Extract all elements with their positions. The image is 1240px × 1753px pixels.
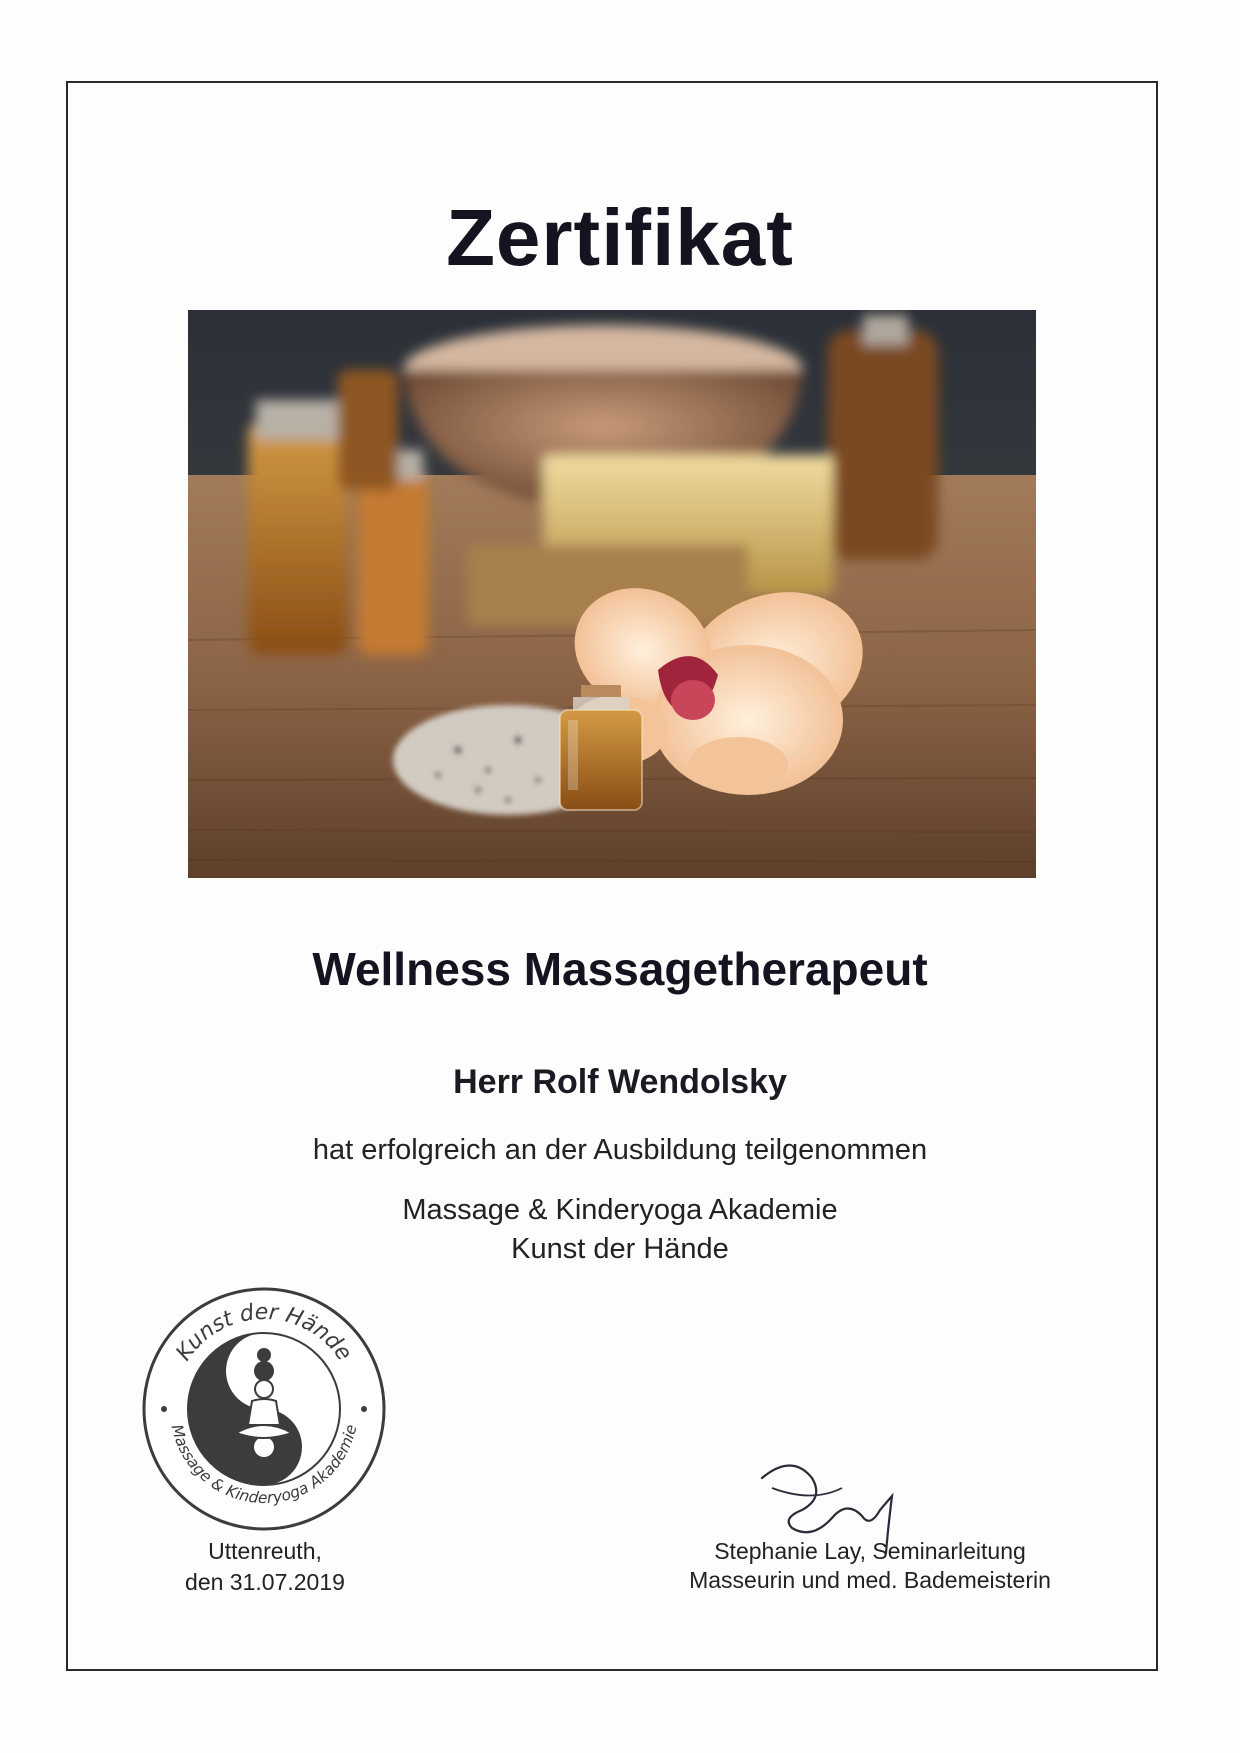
certificate-title: Zertifikat [446, 193, 794, 282]
issue-place: Uttenreuth, [208, 1538, 322, 1564]
academy-seal: Kunst der Hände Massage & Kinderyoga Aka… [140, 1285, 388, 1533]
signer-title: Masseurin und med. Bademeisterin [689, 1567, 1051, 1593]
academy-name: Massage & Kinderyoga Akademie [402, 1194, 838, 1226]
signer-name: Stephanie Lay, Seminarleitung [714, 1538, 1026, 1564]
academy-subtitle: Kunst der Hände [511, 1233, 729, 1265]
spa-photo [188, 310, 1036, 878]
course-title: Wellness Massagetherapeut [312, 943, 928, 995]
recipient-name: Herr Rolf Wendolsky [453, 1063, 787, 1101]
completion-statement: hat erfolgreich an der Ausbildung teilge… [312, 1134, 928, 1166]
issue-date: den 31.07.2019 [185, 1569, 345, 1595]
